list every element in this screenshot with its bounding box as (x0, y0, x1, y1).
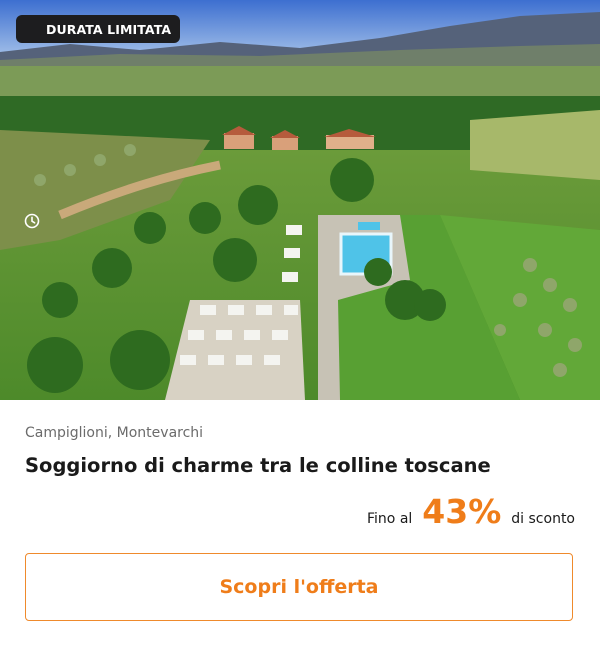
hero-image[interactable]: DURATA LIMITATA (0, 0, 600, 400)
discount-percentage: 43% (422, 492, 502, 531)
badge-label: DURATA LIMITATA (46, 21, 172, 37)
discover-offer-button[interactable]: Scopri l'offerta (25, 553, 573, 621)
aerial-landscape-illustration (0, 0, 600, 400)
discount-suffix: di sconto (511, 511, 575, 527)
discount-info: Fino al 43% di sconto (367, 492, 575, 531)
limited-duration-badge: DURATA LIMITATA (16, 15, 181, 229)
clock-icon (24, 21, 40, 229)
discount-prefix: Fino al (367, 511, 413, 527)
location-text: Campiglioni, Montevarchi (25, 425, 204, 441)
offer-card[interactable]: DURATA LIMITATA Campiglioni, Montevarchi… (0, 0, 600, 648)
offer-title[interactable]: Soggiorno di charme tra le colline tosca… (25, 454, 585, 477)
